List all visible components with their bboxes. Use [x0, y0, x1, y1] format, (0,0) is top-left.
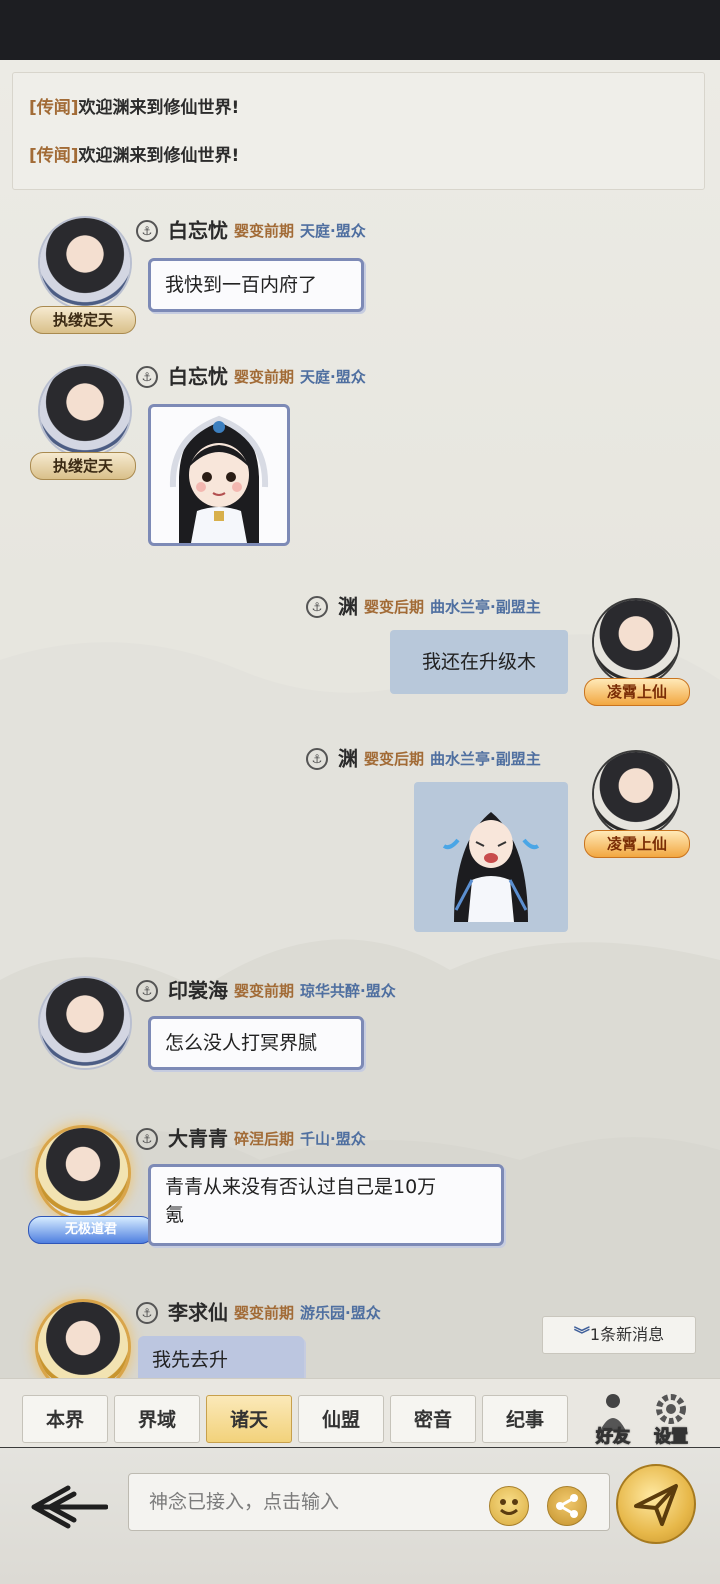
tab-zhutian[interactable]: 诸天	[206, 1395, 292, 1443]
news-text: 欢迎渊来到修仙世界!	[78, 146, 240, 166]
share-icon	[556, 1494, 578, 1518]
avatar[interactable]	[594, 600, 678, 684]
chevron-down-icon: ︾	[573, 1325, 590, 1344]
friends-label: 好友	[596, 1427, 631, 1448]
paper-plane-icon	[634, 1484, 678, 1526]
sender-realm: 碎涅后期	[234, 1129, 295, 1148]
sender-realm: 婴变前期	[234, 221, 295, 240]
rank-icon: ⚓	[136, 219, 158, 242]
tab-jieyu[interactable]: 界域	[114, 1395, 200, 1443]
chat-message: ⚓ 渊婴变后期 曲水兰亭·副盟主 我还在升级木 凌霄上仙	[0, 590, 720, 720]
avatar[interactable]	[40, 218, 130, 308]
tab-miyin[interactable]: 密音	[390, 1395, 476, 1443]
back-arrow-icon[interactable]	[28, 1482, 108, 1532]
title-badge: 凌霄上仙	[584, 830, 690, 858]
rank-icon: ⚓	[136, 365, 158, 388]
crying-sticker-icon	[442, 812, 540, 922]
message-bubble[interactable]: 我先去升	[138, 1336, 304, 1378]
avatar[interactable]	[40, 978, 130, 1068]
sender-info: ⚓ 大青青 碎涅后期 千山·盟众	[136, 1124, 366, 1152]
sticker-message[interactable]	[148, 404, 290, 546]
send-button[interactable]	[616, 1464, 696, 1544]
sender-name[interactable]: 渊	[338, 747, 358, 771]
sender-name[interactable]: 李求仙	[168, 1301, 228, 1325]
title-badge: 无极道君	[28, 1216, 154, 1244]
settings-button[interactable]: 设置	[646, 1391, 696, 1448]
news-panel: [传闻]欢迎渊来到修仙世界! [传闻]欢迎渊来到修仙世界!	[12, 72, 705, 190]
sender-guild: 天庭·盟众	[300, 221, 366, 240]
sender-name[interactable]: 印裳海	[168, 979, 228, 1003]
news-line: [传闻]欢迎渊来到修仙世界!	[29, 145, 704, 167]
new-messages-button[interactable]: ︾1条新消息	[542, 1316, 696, 1354]
sender-guild: 游乐园·盟众	[300, 1303, 381, 1322]
title-badge: 执缕定天	[30, 306, 136, 334]
rank-icon: ⚓	[306, 595, 328, 618]
sender-guild: 琼华共醉·盟众	[300, 981, 396, 1000]
chat-message: 无极道君 ⚓ 大青青 碎涅后期 千山·盟众 青青从来没有否认过自己是10万 氪	[0, 1120, 720, 1260]
input-placeholder: 神念已接入，点击输入	[149, 1491, 340, 1513]
sender-realm: 婴变前期	[234, 981, 295, 1000]
message-bubble[interactable]: 青青从来没有否认过自己是10万 氪	[148, 1164, 504, 1246]
sender-guild: 曲水兰亭·副盟主	[430, 597, 541, 616]
news-tag: [传闻]	[29, 146, 79, 166]
message-bubble[interactable]: 我还在升级木	[390, 630, 568, 694]
avatar[interactable]	[40, 366, 130, 456]
sender-name[interactable]: 大青青	[168, 1127, 228, 1151]
tab-jishi[interactable]: 纪事	[482, 1395, 568, 1443]
sender-realm: 婴变后期	[364, 749, 425, 768]
girl-sticker-icon	[169, 415, 269, 543]
message-bubble[interactable]: 我快到一百内府了	[148, 258, 364, 312]
message-text-line: 青青从来没有否认过自己是10万	[165, 1176, 437, 1198]
emoji-button[interactable]	[489, 1486, 529, 1526]
avatar[interactable]	[38, 1128, 128, 1218]
sender-realm: 婴变后期	[364, 597, 425, 616]
news-line: [传闻]欢迎渊来到修仙世界!	[29, 97, 704, 119]
news-text: 欢迎渊来到修仙世界!	[78, 98, 240, 118]
chat-area[interactable]: [传闻]欢迎渊来到修仙世界! [传闻]欢迎渊来到修仙世界! 执缕定天 ⚓ 白忘忧婴…	[0, 60, 720, 1378]
news-tag: [传闻]	[29, 98, 79, 118]
sender-realm: 婴变前期	[234, 1303, 295, 1322]
top-status-bar	[0, 0, 720, 60]
sender-guild: 曲水兰亭·副盟主	[430, 749, 541, 768]
input-bar: 神念已接入，点击输入	[0, 1448, 720, 1584]
sender-guild: 千山·盟众	[300, 1129, 366, 1148]
sender-guild: 天庭·盟众	[300, 367, 366, 386]
sender-info: ⚓ 渊婴变后期 曲水兰亭·副盟主	[306, 592, 541, 620]
sender-info: ⚓ 渊婴变后期 曲水兰亭·副盟主	[306, 744, 541, 772]
rank-icon: ⚓	[306, 747, 328, 770]
title-badge: 凌霄上仙	[584, 678, 690, 706]
share-button[interactable]	[547, 1486, 587, 1526]
sender-name[interactable]: 白忘忧	[168, 219, 228, 243]
avatar[interactable]	[38, 1302, 128, 1378]
sender-info: ⚓ 李求仙 婴变前期 游乐园·盟众	[136, 1298, 381, 1326]
rank-icon: ⚓	[136, 1127, 158, 1150]
chat-message: 执缕定天 ⚓ 白忘忧 婴变前期 天庭·盟众	[0, 358, 720, 558]
friends-button[interactable]: 好友	[588, 1391, 638, 1448]
title-badge: 执缕定天	[30, 452, 136, 480]
sender-info: ⚓ 印裳海 婴变前期 琼华共醉·盟众	[136, 976, 396, 1004]
chat-message: 执缕定天 ⚓ 白忘忧 婴变前期 天庭·盟众 我快到一百内府了	[0, 210, 720, 340]
tab-benjie[interactable]: 本界	[22, 1395, 108, 1443]
chat-input[interactable]: 神念已接入，点击输入	[128, 1473, 610, 1531]
sticker-message[interactable]	[414, 782, 568, 932]
chat-message: ⚓ 渊婴变后期 曲水兰亭·副盟主 凌霄上仙	[0, 742, 720, 932]
rank-icon: ⚓	[136, 979, 158, 1002]
rank-icon: ⚓	[136, 1301, 158, 1324]
sender-info: ⚓ 白忘忧 婴变前期 天庭·盟众	[136, 362, 366, 390]
tab-xianmeng[interactable]: 仙盟	[298, 1395, 384, 1443]
settings-label: 设置	[654, 1427, 689, 1448]
message-text-line: 氪	[165, 1204, 185, 1226]
new-messages-label: 1条新消息	[589, 1325, 665, 1344]
channel-tabs: 本界 界域 诸天 仙盟 密音 纪事 好友 设置	[0, 1378, 720, 1449]
sender-name[interactable]: 渊	[338, 595, 358, 619]
chat-message: ⚓ 印裳海 婴变前期 琼华共醉·盟众 怎么没人打冥界腻	[0, 972, 720, 1092]
sender-name[interactable]: 白忘忧	[168, 365, 228, 389]
sender-realm: 婴变前期	[234, 367, 295, 386]
smiley-icon	[500, 1499, 518, 1515]
message-bubble[interactable]: 怎么没人打冥界腻	[148, 1016, 364, 1070]
sender-info: ⚓ 白忘忧 婴变前期 天庭·盟众	[136, 216, 366, 244]
avatar[interactable]	[594, 752, 678, 836]
